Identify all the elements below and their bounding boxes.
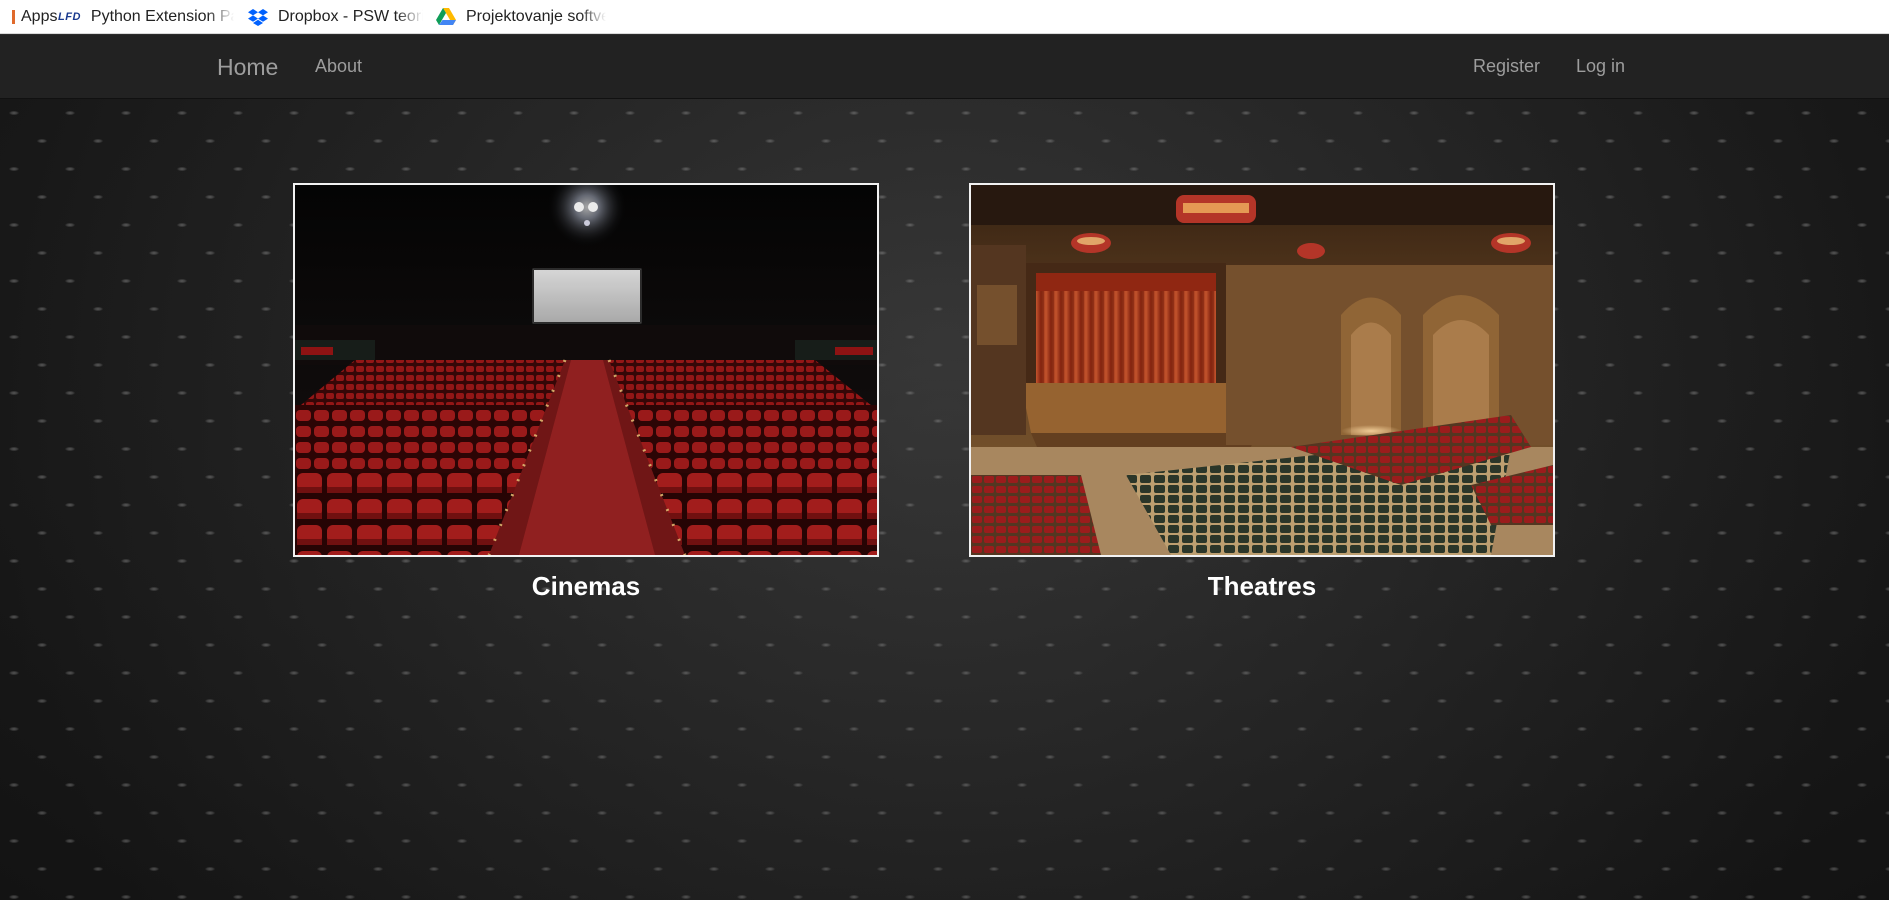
bookmark-label: Apps — [21, 7, 58, 25]
top-navbar: Home About Register Log in — [0, 35, 1889, 99]
bookmark-label: Projektovanje softver — [466, 7, 606, 25]
cinemas-caption[interactable]: Cinemas — [293, 571, 879, 602]
nav-login-link[interactable]: Log in — [1576, 56, 1625, 77]
bookmarks-bar: Apps LFD Python Extension Pac Dropbox - … — [0, 0, 1889, 34]
nav-about-link[interactable]: About — [315, 56, 362, 77]
google-drive-icon — [436, 7, 456, 25]
cinemas-card: Cinemas — [293, 183, 879, 602]
theatre-image[interactable] — [969, 183, 1555, 557]
bookmark-python-extension[interactable]: LFD Python Extension Pac — [58, 0, 234, 34]
theatres-caption[interactable]: Theatres — [969, 571, 1555, 602]
nav-register-link[interactable]: Register — [1473, 56, 1540, 77]
theatre-auditorium-illustration — [971, 185, 1553, 555]
bookmark-label: Dropbox - PSW teorij — [278, 7, 423, 25]
bookmark-label: Python Extension Pac — [90, 7, 234, 25]
cinema-image[interactable] — [293, 183, 879, 557]
theatres-card: Theatres — [969, 183, 1555, 602]
cinema-auditorium-illustration — [295, 185, 877, 555]
nav-home-brand[interactable]: Home — [217, 54, 278, 81]
bookmark-google-drive[interactable]: Projektovanje softver — [436, 0, 606, 34]
lfd-icon: LFD — [58, 10, 81, 23]
diamond-plate-background — [0, 99, 1889, 900]
dropbox-icon — [248, 8, 268, 26]
bookmark-dropbox[interactable]: Dropbox - PSW teorij — [248, 0, 423, 34]
apps-icon — [12, 9, 15, 24]
